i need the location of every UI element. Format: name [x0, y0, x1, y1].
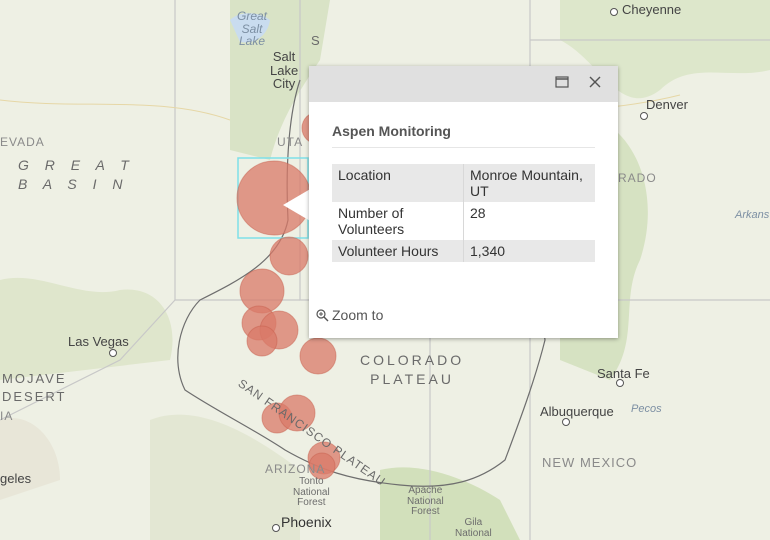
popup-header — [309, 66, 618, 102]
label-salt-lake-city: Salt Lake City — [270, 49, 299, 92]
table-row: Location Monroe Mountain, UT — [332, 164, 595, 202]
label-mojave-desert: MOJAVE DESERT — [2, 371, 67, 404]
table-row: Number of Volunteers 28 — [332, 202, 595, 240]
label-great-basin: G R E A T B A S I N — [18, 157, 135, 192]
label-utah: UTA — [277, 135, 304, 149]
zoom-to-link[interactable]: Zoom to — [316, 307, 383, 323]
attribute-label: Volunteer Hours — [332, 240, 464, 262]
city-dot — [610, 8, 618, 16]
aspen-site-marker[interactable] — [246, 325, 278, 357]
label-new-mexico: NEW MEXICO — [542, 455, 638, 470]
attribute-value: 28 — [470, 205, 486, 221]
city-dot — [109, 349, 117, 357]
label-arkansas-river: Arkans — [735, 209, 770, 221]
attribute-table: Location Monroe Mountain, UT Number of V… — [332, 164, 595, 262]
city-dot — [272, 524, 280, 532]
label-phoenix: Phoenix — [281, 514, 332, 530]
close-icon[interactable] — [586, 75, 604, 93]
popup-divider — [332, 147, 595, 148]
label-albuquerque: Albuquerque — [540, 404, 614, 419]
label-colorado: RADO — [618, 171, 657, 185]
city-dot — [640, 112, 648, 120]
label-great-salt-lake: Great Salt Lake — [237, 9, 268, 49]
label-denver: Denver — [646, 97, 688, 112]
aspen-site-marker[interactable] — [299, 337, 337, 375]
label-arizona: ARIZONA — [265, 462, 326, 476]
zoom-to-label: Zoom to — [332, 307, 384, 323]
label-tonto-forest: Tonto National Forest — [293, 476, 330, 508]
attribute-label: Location — [332, 164, 464, 202]
label-gila-forest: Gila National — [455, 517, 492, 539]
label-los-angeles: geles — [0, 471, 32, 486]
label-pecos-river: Pecos — [631, 403, 662, 415]
label-las-vegas: Las Vegas — [68, 334, 129, 349]
aspen-site-marker[interactable] — [269, 236, 309, 276]
maximize-icon[interactable] — [553, 75, 571, 93]
label-nevada: EVADA — [0, 135, 45, 149]
label-california: IA — [0, 409, 14, 423]
label-colorado-plateau: COLORADO PLATEAU — [360, 352, 465, 387]
label-santa-fe: Santa Fe — [597, 366, 650, 381]
table-row: Volunteer Hours 1,340 — [332, 240, 595, 262]
popup-title: Aspen Monitoring — [332, 123, 451, 139]
attribute-value: Monroe Mountain, UT — [463, 164, 595, 202]
attribute-label: Number of Volunteers — [332, 202, 464, 240]
zoom-in-icon — [316, 309, 329, 322]
label-cheyenne: Cheyenne — [622, 2, 682, 17]
label-apache-forest: Apache National Forest — [407, 485, 444, 517]
attribute-value: 1,340 — [463, 240, 595, 262]
label-mountains-partial: S — [311, 33, 324, 48]
feature-popup: Aspen Monitoring Location Monroe Mountai… — [309, 66, 618, 338]
city-dot — [562, 418, 570, 426]
